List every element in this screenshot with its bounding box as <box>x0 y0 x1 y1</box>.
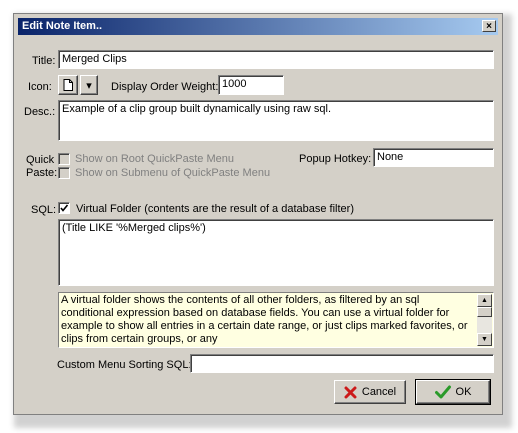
help-text: A virtual folder shows the contents of a… <box>61 294 468 345</box>
cancel-x-icon <box>344 386 357 398</box>
virtual-folder-label: Virtual Folder (contents are the result … <box>76 203 354 215</box>
quickpaste-label-line2: Paste: <box>26 167 58 179</box>
title-input[interactable]: Merged Clips <box>58 50 494 69</box>
ok-label: OK <box>455 386 472 398</box>
ok-button[interactable]: OK <box>415 379 491 405</box>
checkmark-icon <box>60 204 69 212</box>
scroll-up-icon[interactable]: ▲ <box>477 294 492 307</box>
root-menu-label: Show on Root QuickPaste Menu <box>75 153 234 165</box>
cancel-button[interactable]: Cancel <box>334 380 406 404</box>
desc-label: Desc.: <box>24 106 56 118</box>
icon-dropdown-button[interactable]: ▾ <box>80 75 98 95</box>
scroll-down-icon[interactable]: ▼ <box>477 333 492 346</box>
submenu-checkbox[interactable] <box>58 167 70 179</box>
custom-sort-input[interactable] <box>190 354 494 373</box>
display-order-label: Display Order Weight: <box>111 81 219 93</box>
icon-label: Icon: <box>28 81 52 93</box>
desc-textarea[interactable]: Example of a clip group built dynamicall… <box>58 100 494 141</box>
cancel-label: Cancel <box>361 386 397 398</box>
help-scrollbar[interactable]: ▲ ▼ <box>477 294 492 346</box>
popup-hotkey-label: Popup Hotkey: <box>299 153 372 165</box>
scroll-thumb[interactable] <box>477 307 492 317</box>
chevron-down-icon: ▾ <box>86 79 92 92</box>
root-menu-checkbox[interactable] <box>58 153 70 165</box>
custom-sort-label: Custom Menu Sorting SQL: <box>57 359 192 371</box>
edit-note-dialog: Edit Note Item.. × Title: Merged Clips I… <box>13 13 503 415</box>
checkmark-icon <box>434 385 451 399</box>
close-icon[interactable]: × <box>482 20 496 32</box>
title-label: Title: <box>32 55 56 67</box>
help-text-box[interactable]: A virtual folder shows the contents of a… <box>58 292 494 348</box>
submenu-label: Show on Submenu of QuickPaste Menu <box>75 167 271 179</box>
virtual-folder-checkbox[interactable] <box>58 202 70 214</box>
dialog-title: Edit Note Item.. <box>22 20 103 32</box>
document-icon <box>63 79 73 91</box>
sql-textarea[interactable]: (Title LIKE '%Merged clips%') <box>58 219 494 286</box>
display-order-input[interactable]: 1000 <box>218 75 284 95</box>
sql-label: SQL: <box>31 204 57 216</box>
popup-hotkey-input[interactable]: None <box>373 148 494 167</box>
title-bar[interactable]: Edit Note Item.. × <box>18 18 498 35</box>
quickpaste-label-line1: Quick <box>26 154 55 166</box>
icon-picker-button[interactable] <box>58 75 78 95</box>
